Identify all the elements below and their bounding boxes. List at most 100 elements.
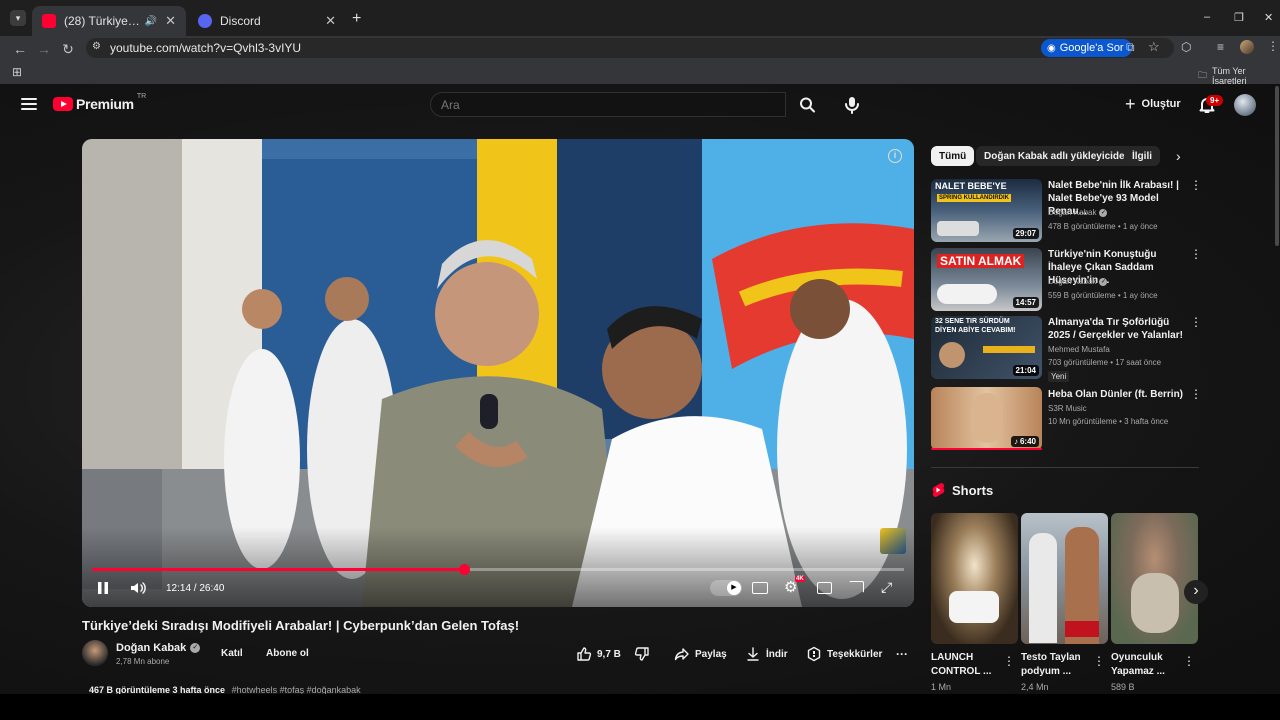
car-shape — [937, 284, 997, 304]
more-options-icon[interactable]: ⋮ — [1190, 316, 1202, 328]
download-label: İndir — [766, 648, 788, 660]
recommendation-channel[interactable]: Mehmed Mustafa — [1048, 345, 1110, 354]
install-app-icon[interactable]: ⧉ — [1126, 40, 1135, 55]
chip-from-uploader[interactable]: Doğan Kabak adlı yükleyiciden — [976, 146, 1139, 166]
like-button[interactable]: 9,7 B — [576, 643, 621, 665]
google-ask-button[interactable]: ◉ Google'a Sor — [1041, 39, 1132, 57]
chip-related[interactable]: İlgili — [1124, 146, 1160, 166]
channel-avatar[interactable] — [82, 640, 108, 666]
recommendation-channel[interactable]: Doğan Kabak ✓ — [1048, 277, 1108, 286]
channel-name[interactable]: Doğan Kabak — [116, 642, 186, 654]
short-thumbnail[interactable] — [1021, 513, 1108, 644]
chip-all[interactable]: Tümü — [931, 146, 975, 166]
shorts-next-button[interactable]: › — [1184, 580, 1208, 604]
youtube-logo[interactable]: Premium TR — [53, 93, 146, 112]
microphone-icon — [845, 97, 859, 114]
short-views: 589 B — [1111, 682, 1135, 692]
pause-icon — [98, 582, 108, 594]
bookmarks-bar — [0, 60, 1280, 84]
media-control-icon[interactable]: ≡ — [1217, 40, 1224, 54]
video-player[interactable]: i 12:14 / 26:40 ▶ ⚙ 4K ⤢ — [82, 139, 914, 607]
short-title[interactable]: LAUNCH CONTROL ... — [931, 651, 1003, 679]
search-button[interactable] — [786, 92, 828, 117]
account-avatar[interactable] — [1234, 94, 1256, 116]
more-options-icon[interactable]: ⋮ — [1190, 388, 1202, 400]
tab-discord[interactable]: Discord ✕ — [188, 6, 346, 36]
watched-progress — [931, 448, 1042, 450]
short-thumbnail[interactable] — [1111, 513, 1198, 644]
browser-menu-icon[interactable]: ⋮ — [1267, 39, 1279, 53]
more-options-icon[interactable]: ⋮ — [1190, 248, 1202, 260]
autoplay-knob: ▶ — [727, 581, 741, 595]
recommendation-title[interactable]: Heba Olan Dünler (ft. Berrin) — [1048, 388, 1186, 401]
recommendation-channel[interactable]: S3R Music — [1048, 404, 1087, 413]
duration-text: 6:40 — [1019, 437, 1036, 446]
search-input[interactable] — [431, 93, 785, 116]
video-info-icon[interactable]: i — [888, 149, 902, 163]
subscribe-button[interactable]: Abone ol — [257, 643, 318, 664]
profile-avatar[interactable] — [1240, 40, 1254, 54]
page-scrollbar[interactable] — [1275, 86, 1279, 246]
cast-icon[interactable] — [849, 581, 864, 593]
quality-badge: 4K — [795, 576, 805, 582]
forward-icon[interactable]: → — [35, 40, 53, 58]
apps-grid-icon[interactable]: ⊞ — [12, 65, 22, 79]
tab-youtube[interactable]: (28) Türkiye'deki Sıradışı Modifiyeli Ar… — [32, 6, 186, 36]
tab-close-icon[interactable]: ✕ — [325, 13, 336, 29]
short-title[interactable]: Testo Taylan podyum ... — [1021, 651, 1093, 679]
url-text[interactable]: youtube.com/watch?v=Qvhl3-3vIYU — [110, 41, 301, 55]
restore-button[interactable]: ❐ — [1234, 11, 1244, 24]
more-actions-button[interactable]: ··· — [896, 643, 908, 665]
close-window-button[interactable]: ✕ — [1264, 11, 1273, 24]
extensions-icon[interactable]: ⬡ — [1181, 40, 1191, 54]
recommendation-channel[interactable]: Doğan Kabak ✓ — [1048, 208, 1108, 217]
thumbnail-subline: SPRING KULLANDIRDIK — [937, 194, 1011, 202]
subscriber-count: 2,78 Mn abone — [116, 657, 170, 666]
more-options-icon[interactable]: ⋮ — [1190, 179, 1202, 191]
miniplayer-icon[interactable] — [817, 582, 832, 594]
reload-icon[interactable]: ↻ — [59, 40, 77, 58]
new-tab-button[interactable]: + — [352, 10, 361, 28]
mute-button[interactable] — [129, 580, 147, 601]
create-button[interactable]: + Oluştur — [1125, 95, 1181, 113]
join-button[interactable]: Katıl — [212, 643, 252, 664]
progress-scrubber[interactable] — [459, 564, 470, 575]
thumbnail-face — [939, 342, 965, 368]
back-icon[interactable]: ← — [11, 40, 29, 58]
fullscreen-icon[interactable]: ⤢ — [881, 579, 892, 596]
voice-search-button[interactable] — [842, 95, 862, 120]
channel-name-row[interactable]: Doğan Kabak ✓ — [116, 642, 201, 654]
create-label: Oluştur — [1141, 98, 1181, 110]
more-options-icon[interactable]: ⋮ — [1183, 655, 1195, 667]
tab-search-button[interactable]: ▾ — [10, 10, 26, 26]
download-button[interactable]: İndir — [745, 643, 788, 665]
menu-icon[interactable] — [20, 96, 38, 117]
site-info-icon[interactable]: ⚙ — [92, 41, 101, 52]
recommendation-thumbnail[interactable]: NALET BEBE'YE SPRING KULLANDIRDIK 29:07 — [931, 179, 1042, 242]
minimize-button[interactable]: – — [1204, 11, 1210, 23]
bookmark-star-icon[interactable]: ☆ — [1148, 39, 1160, 55]
duration-badge: 29:07 — [1012, 228, 1039, 239]
subtitles-icon[interactable] — [752, 582, 768, 594]
all-bookmarks-label: Tüm Yer İşaretleri — [1212, 66, 1247, 86]
pause-button[interactable] — [96, 580, 110, 601]
short-views: 1 Mn — [931, 682, 952, 692]
more-options-icon[interactable]: ⋮ — [1003, 655, 1015, 667]
recommendation-title[interactable]: Almanya'da Tır Şoförlüğü 2025 / Gerçekle… — [1048, 316, 1186, 342]
share-button[interactable]: Paylaş — [674, 643, 727, 665]
search-field[interactable] — [430, 92, 786, 117]
tab-close-icon[interactable]: ✕ — [165, 13, 176, 29]
dislike-button[interactable] — [634, 643, 650, 665]
thanks-button[interactable]: Teşekkürler — [806, 643, 882, 665]
plus-icon: + — [1125, 94, 1136, 114]
short-thumbnail[interactable] — [931, 513, 1018, 644]
autoplay-toggle[interactable]: ▶ — [710, 580, 742, 596]
short-title[interactable]: Oyunculuk Yapamaz ... — [1111, 651, 1183, 679]
recommendation-thumbnail[interactable]: ♪ 6:40 — [931, 387, 1042, 450]
more-options-icon[interactable]: ⋮ — [1093, 655, 1105, 667]
verified-icon: ✓ — [190, 643, 201, 653]
recommendation-thumbnail[interactable]: 32 SENE TIR SÜRDÜM DİYEN ABİYE CEVABIM! … — [931, 316, 1042, 379]
chips-next-icon[interactable]: › — [1176, 148, 1181, 164]
all-bookmarks[interactable]: 🗀 Tüm Yer İşaretleri — [1198, 66, 1280, 86]
recommendation-thumbnail[interactable]: SATIN ALMAK 14:57 — [931, 248, 1042, 311]
